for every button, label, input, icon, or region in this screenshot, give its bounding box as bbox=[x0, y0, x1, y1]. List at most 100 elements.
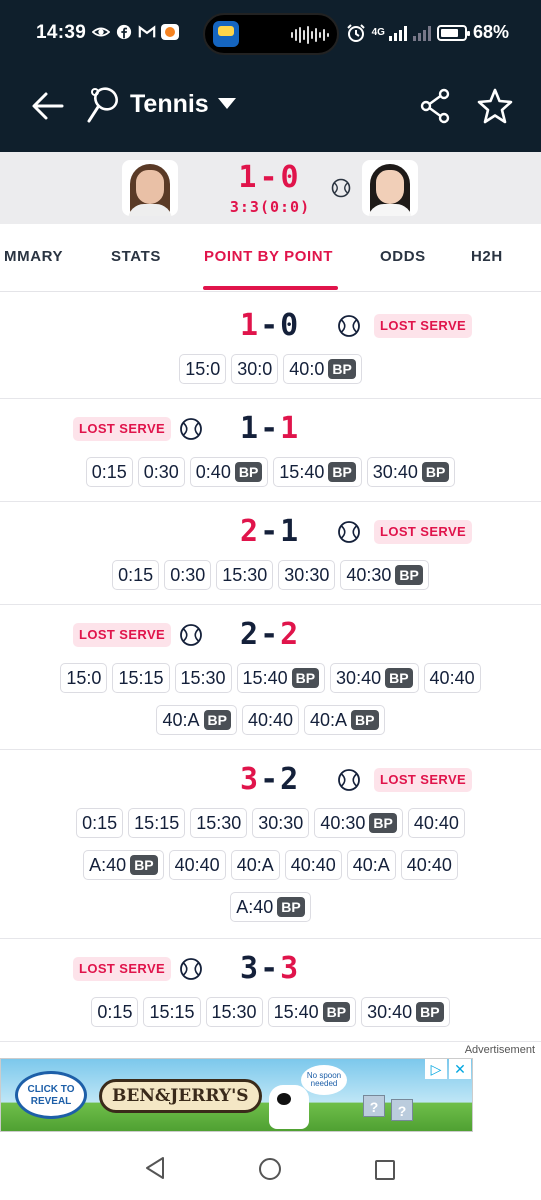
point-chip: 40:40 bbox=[400, 850, 458, 880]
point-score: 0:30 bbox=[170, 564, 206, 585]
signal-icon bbox=[388, 25, 407, 41]
point-chip: 40:40 bbox=[284, 850, 342, 880]
point-chip: 0:15 bbox=[76, 808, 124, 838]
game-score: 1-0 bbox=[240, 306, 300, 346]
nav-home-icon[interactable] bbox=[259, 1158, 281, 1180]
point-score: 15:30 bbox=[211, 1001, 257, 1022]
point-by-point-list: 1-0 LOST SERVE 15:0 30:0 40:0 BP 1-1 LOST SERVE… bbox=[0, 294, 541, 1046]
point-score: 40:40 bbox=[406, 854, 452, 875]
tab-point-by-point[interactable]: POINT BY POINT bbox=[204, 248, 333, 265]
point-score: 0:30 bbox=[143, 461, 179, 482]
point-score: 0:15 bbox=[82, 812, 118, 833]
game-section: 3-2 LOST SERVE 0:15 15:15 15:30 30:30 40:30 BP 4… bbox=[0, 750, 541, 939]
player1-avatar[interactable] bbox=[122, 160, 178, 216]
point-chip: 15:30 bbox=[190, 808, 248, 838]
game-score-right: 2 bbox=[280, 762, 301, 797]
points-row: 40:A BP 40:40 40:A BP bbox=[0, 705, 541, 735]
point-chip: 40:A BP bbox=[156, 705, 237, 735]
game-score-right: 0 bbox=[280, 308, 301, 343]
sport-title[interactable]: Tennis bbox=[130, 90, 209, 119]
tab-h2h[interactable]: H2H bbox=[471, 248, 503, 265]
point-chip: A:40 BP bbox=[83, 850, 164, 880]
ad-choices-icon[interactable]: ▷ bbox=[425, 1059, 447, 1079]
point-chip: 0:40 BP bbox=[189, 457, 269, 487]
point-chip: 30:30 bbox=[278, 560, 336, 590]
back-arrow-icon[interactable] bbox=[28, 86, 68, 126]
game-score-row: 3-3 LOST SERVE bbox=[0, 949, 541, 991]
point-chip: 15:40 BP bbox=[236, 663, 326, 693]
point-chip: 15:30 bbox=[205, 997, 263, 1027]
ad-speech-bubble: No spoon needed bbox=[301, 1065, 347, 1095]
point-chip: 0:15 bbox=[112, 560, 160, 590]
score-separator: - bbox=[260, 308, 281, 343]
ad-close-icon[interactable]: ✕ bbox=[449, 1059, 471, 1079]
player2-avatar[interactable] bbox=[362, 160, 418, 216]
point-chip: 40:40 bbox=[407, 808, 465, 838]
game-score-row: 2-1 LOST SERVE bbox=[0, 512, 541, 554]
signal-sim2-icon bbox=[412, 25, 431, 41]
point-score: 15:0 bbox=[185, 358, 221, 379]
game-section: 1-1 LOST SERVE 0:15 0:30 0:40 BP 15:40 BP 30:40 B… bbox=[0, 399, 541, 502]
star-icon[interactable] bbox=[476, 86, 514, 126]
break-point-badge: BP bbox=[385, 668, 413, 688]
point-score: 0:15 bbox=[118, 564, 154, 585]
advertisement-banner[interactable]: CLICK TO REVEAL BEN&JERRY'S No spoon nee… bbox=[0, 1058, 473, 1132]
point-score: 30:40 bbox=[336, 667, 382, 688]
app-bar: Tennis bbox=[0, 66, 541, 152]
point-score: 40:40 bbox=[429, 667, 475, 688]
dropdown-caret-icon[interactable] bbox=[218, 98, 236, 109]
eye-icon bbox=[92, 27, 110, 37]
tab-stats[interactable]: STATS bbox=[111, 248, 161, 265]
game-score-left: 1 bbox=[240, 308, 261, 343]
break-point-badge: BP bbox=[421, 462, 450, 482]
status-notification-icons bbox=[92, 24, 179, 40]
point-chip: 0:15 bbox=[91, 997, 139, 1027]
point-chip: 15:15 bbox=[128, 808, 186, 838]
game-score: 3-2 bbox=[240, 760, 300, 800]
point-chip: 40:A bbox=[230, 850, 280, 880]
status-bar: 14:39 4G 68% bbox=[0, 0, 541, 66]
gmail-icon bbox=[138, 25, 156, 38]
score-separator: - bbox=[260, 951, 281, 986]
share-icon[interactable] bbox=[418, 86, 452, 126]
break-point-badge: BP bbox=[203, 710, 231, 730]
game-score-row: 1-0 LOST SERVE bbox=[0, 306, 541, 348]
point-score: 30:40 bbox=[372, 461, 418, 482]
score-separator: - bbox=[260, 617, 281, 652]
point-score: 40:40 bbox=[413, 812, 459, 833]
game-score-row: 1-1 LOST SERVE bbox=[0, 409, 541, 451]
point-score: 15:15 bbox=[118, 667, 164, 688]
points-row: A:40 BP bbox=[0, 892, 541, 922]
tab-summary[interactable]: MMARY bbox=[4, 248, 63, 265]
point-chip: 30:40 BP bbox=[361, 997, 450, 1027]
game-score-row: 3-2 LOST SERVE bbox=[0, 760, 541, 802]
point-score: 40:A bbox=[352, 854, 390, 875]
ad-reveal-badge[interactable]: CLICK TO REVEAL bbox=[15, 1071, 87, 1119]
coral-app-icon bbox=[213, 21, 239, 47]
break-point-badge: BP bbox=[369, 813, 397, 833]
game-score-left: 3 bbox=[240, 951, 261, 986]
game-score-right: 3 bbox=[280, 951, 301, 986]
point-chip: A:40 BP bbox=[230, 892, 311, 922]
points-row: 0:15 0:30 0:40 BP 15:40 BP 30:40 BP bbox=[0, 457, 541, 487]
point-chip: 15:30 bbox=[174, 663, 232, 693]
game-section: 2-2 LOST SERVE 15:0 15:15 15:30 15:40 BP 30:40 B… bbox=[0, 605, 541, 750]
point-chip: 15:15 bbox=[143, 997, 201, 1027]
point-score: 40:0 bbox=[289, 358, 325, 379]
tennis-ball-icon bbox=[337, 768, 361, 792]
match-header[interactable]: 1-0 3:3(0:0) bbox=[0, 152, 541, 224]
game-score-left: 1 bbox=[240, 411, 261, 446]
point-chip: 40:40 bbox=[168, 850, 226, 880]
lost-serve-badge: LOST SERVE bbox=[73, 957, 172, 981]
game-section: 2-1 LOST SERVE 0:15 0:30 15:30 30:30 40:30 BP bbox=[0, 502, 541, 605]
point-score: 40:A bbox=[310, 709, 348, 730]
lost-serve-badge: LOST SERVE bbox=[374, 314, 473, 338]
nav-recents-icon[interactable] bbox=[375, 1160, 395, 1180]
nav-back-icon[interactable] bbox=[144, 1156, 166, 1180]
point-score: 15:30 bbox=[222, 564, 268, 585]
point-chip: 30:0 bbox=[231, 354, 279, 384]
break-point-badge: BP bbox=[291, 668, 320, 688]
tab-odds[interactable]: ODDS bbox=[380, 248, 426, 265]
app-icon bbox=[161, 24, 179, 40]
points-row: 0:15 15:15 15:30 15:40 BP 30:40 BP bbox=[0, 997, 541, 1027]
